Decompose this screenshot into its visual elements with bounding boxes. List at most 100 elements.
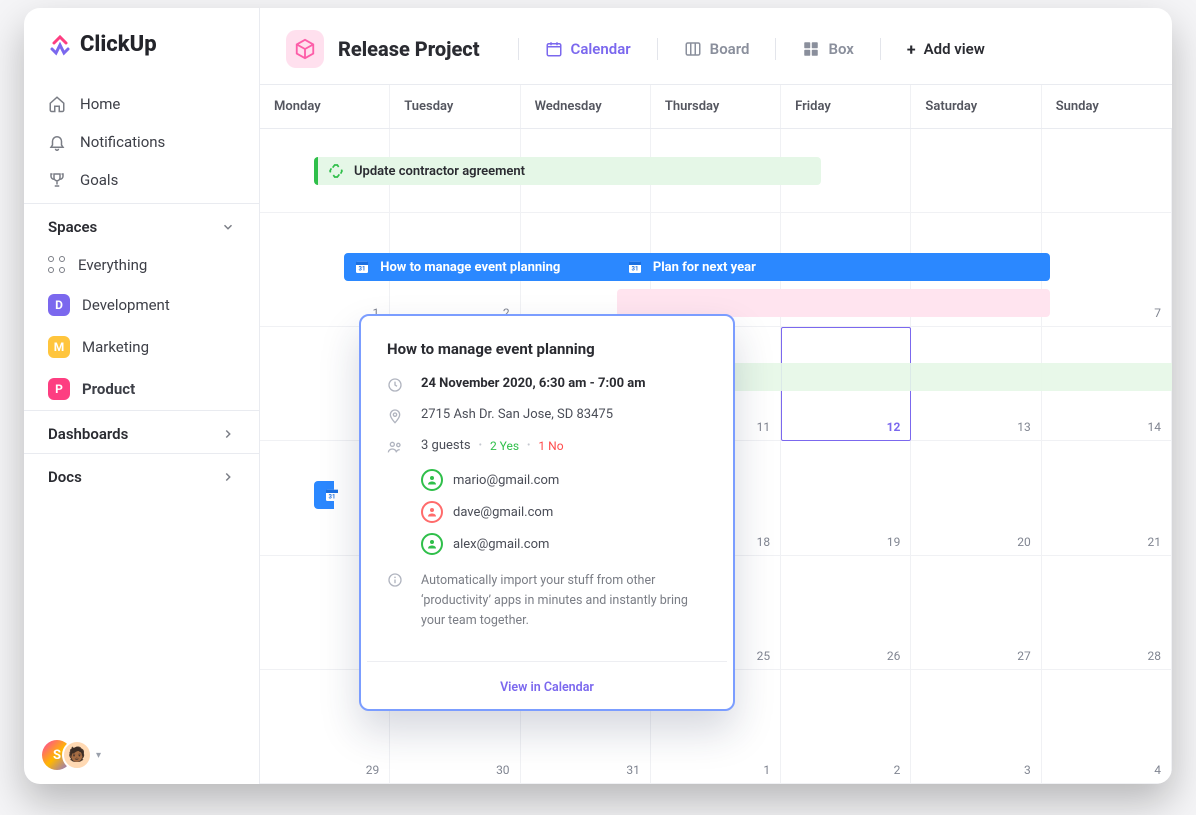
day-number: 11: [757, 420, 771, 434]
caret-down-icon: ▾: [96, 750, 101, 761]
day-header: Tuesday: [390, 85, 520, 128]
day-number: 20: [1017, 535, 1031, 549]
nav-label: Goals: [80, 171, 118, 189]
event-title: Plan for next year: [653, 260, 756, 275]
guest-item[interactable]: dave@gmail.com: [421, 501, 707, 523]
separator: [775, 38, 776, 60]
brand-name: ClickUp: [80, 32, 157, 57]
day-number: 2: [894, 763, 901, 777]
calendar-day-headers: Monday Tuesday Wednesday Thursday Friday…: [260, 85, 1172, 129]
day-header: Thursday: [651, 85, 781, 128]
guest-item[interactable]: mario@gmail.com: [421, 469, 707, 491]
nav-docs[interactable]: Docs: [24, 453, 259, 496]
event-title: How to manage event planning: [380, 260, 560, 275]
calendar-cell[interactable]: 20: [911, 441, 1041, 555]
calendar-cell[interactable]: 4: [1042, 670, 1172, 784]
brand-logo[interactable]: ClickUp: [24, 32, 259, 81]
person-icon: [421, 533, 443, 555]
guest-email: alex@gmail.com: [453, 537, 549, 552]
guests-yes: 2 Yes: [490, 439, 519, 453]
day-header: Wednesday: [521, 85, 651, 128]
sidebar-item-product[interactable]: P Product: [24, 368, 259, 410]
calendar-cell[interactable]: 26: [781, 556, 911, 670]
calendar-cell[interactable]: 28: [1042, 556, 1172, 670]
calendar-cell[interactable]: 3: [911, 670, 1041, 784]
location-pin-icon: [387, 408, 405, 424]
day-number: 31: [626, 763, 640, 777]
calendar-cell[interactable]: [1042, 129, 1172, 213]
space-badge: D: [48, 294, 70, 316]
sidebar-item-marketing[interactable]: M Marketing: [24, 326, 259, 368]
bell-icon: [48, 133, 66, 151]
guests-summary: 3 guests: [421, 438, 471, 453]
tab-label: Calendar: [571, 40, 631, 58]
tab-board[interactable]: Board: [682, 36, 752, 62]
day-number: 30: [496, 763, 510, 777]
nav-label: Docs: [48, 468, 82, 486]
popover-description: Automatically import your stuff from oth…: [421, 571, 707, 631]
svg-text:31: 31: [631, 265, 638, 272]
popover-title: How to manage event planning: [387, 340, 707, 358]
guest-email: dave@gmail.com: [453, 505, 553, 520]
calendar-cell[interactable]: 7: [1042, 213, 1172, 327]
sidebar: ClickUp Home Notifications Goals: [24, 8, 260, 784]
spaces-header[interactable]: Spaces: [24, 203, 259, 246]
space-label: Everything: [78, 256, 147, 274]
popover-description-row: Automatically import your stuff from oth…: [387, 571, 707, 631]
day-header: Monday: [260, 85, 390, 128]
day-number: 7: [1154, 306, 1161, 320]
calendar-event-bar[interactable]: 31: [314, 481, 334, 509]
nav-goals[interactable]: Goals: [24, 161, 259, 199]
sidebar-item-development[interactable]: D Development: [24, 284, 259, 326]
day-number: 3: [1024, 763, 1031, 777]
day-number: 13: [1017, 420, 1031, 434]
tab-calendar[interactable]: Calendar: [543, 36, 633, 62]
calendar-date-icon: 31: [354, 259, 370, 275]
calendar-date-icon: 31: [324, 487, 340, 503]
calendar-cell[interactable]: 19: [781, 441, 911, 555]
space-label: Product: [82, 380, 135, 398]
guest-item[interactable]: alex@gmail.com: [421, 533, 707, 555]
day-number: 21: [1148, 535, 1162, 549]
popover-guests-row: 3 guests • 2 Yes • 1 No: [387, 438, 707, 455]
event-title: Update contractor agreement: [354, 164, 525, 179]
view-in-calendar-link[interactable]: View in Calendar: [500, 680, 594, 695]
guest-email: mario@gmail.com: [453, 473, 559, 488]
tab-label: Board: [710, 40, 750, 58]
tab-box[interactable]: Box: [800, 36, 855, 62]
home-icon: [48, 95, 66, 113]
add-view-label: Add view: [924, 40, 985, 58]
nav-label: Dashboards: [48, 425, 128, 443]
info-icon: [387, 572, 405, 588]
recycle-icon: [328, 163, 344, 179]
person-icon: [421, 501, 443, 523]
svg-text:31: 31: [329, 494, 336, 501]
day-number: 1: [763, 763, 770, 777]
popover-datetime: 24 November 2020, 6:30 am - 7:00 am: [421, 376, 646, 391]
add-view-button[interactable]: + Add view: [905, 36, 987, 63]
nav-home[interactable]: Home: [24, 85, 259, 123]
profile-switcher[interactable]: S 🧑🏾 ▾: [24, 726, 259, 784]
project-title: Release Project: [338, 37, 480, 61]
svg-text:31: 31: [359, 265, 366, 272]
plus-icon: +: [907, 40, 916, 59]
sidebar-item-everything[interactable]: Everything: [24, 246, 259, 284]
calendar-cell[interactable]: 27: [911, 556, 1041, 670]
chevron-right-icon: [221, 427, 235, 441]
board-icon: [684, 40, 702, 58]
calendar-cell[interactable]: 21: [1042, 441, 1172, 555]
calendar-event-bar[interactable]: 31 Plan for next year: [617, 253, 1050, 281]
nav-dashboards[interactable]: Dashboards: [24, 411, 259, 453]
tab-label: Box: [828, 40, 853, 58]
day-header: Saturday: [911, 85, 1041, 128]
nav-label: Home: [80, 95, 120, 113]
calendar-event-bar[interactable]: Update contractor agreement: [314, 157, 821, 185]
calendar-event-bar[interactable]: [617, 289, 1050, 317]
calendar-cell[interactable]: [911, 129, 1041, 213]
popover-footer: View in Calendar: [367, 661, 727, 709]
topbar: Release Project Calendar Board: [260, 8, 1172, 85]
calendar-cell[interactable]: 2: [781, 670, 911, 784]
nav-notifications[interactable]: Notifications: [24, 123, 259, 161]
secondary-nav: Dashboards Docs: [24, 410, 259, 496]
primary-nav: Home Notifications Goals: [24, 81, 259, 203]
